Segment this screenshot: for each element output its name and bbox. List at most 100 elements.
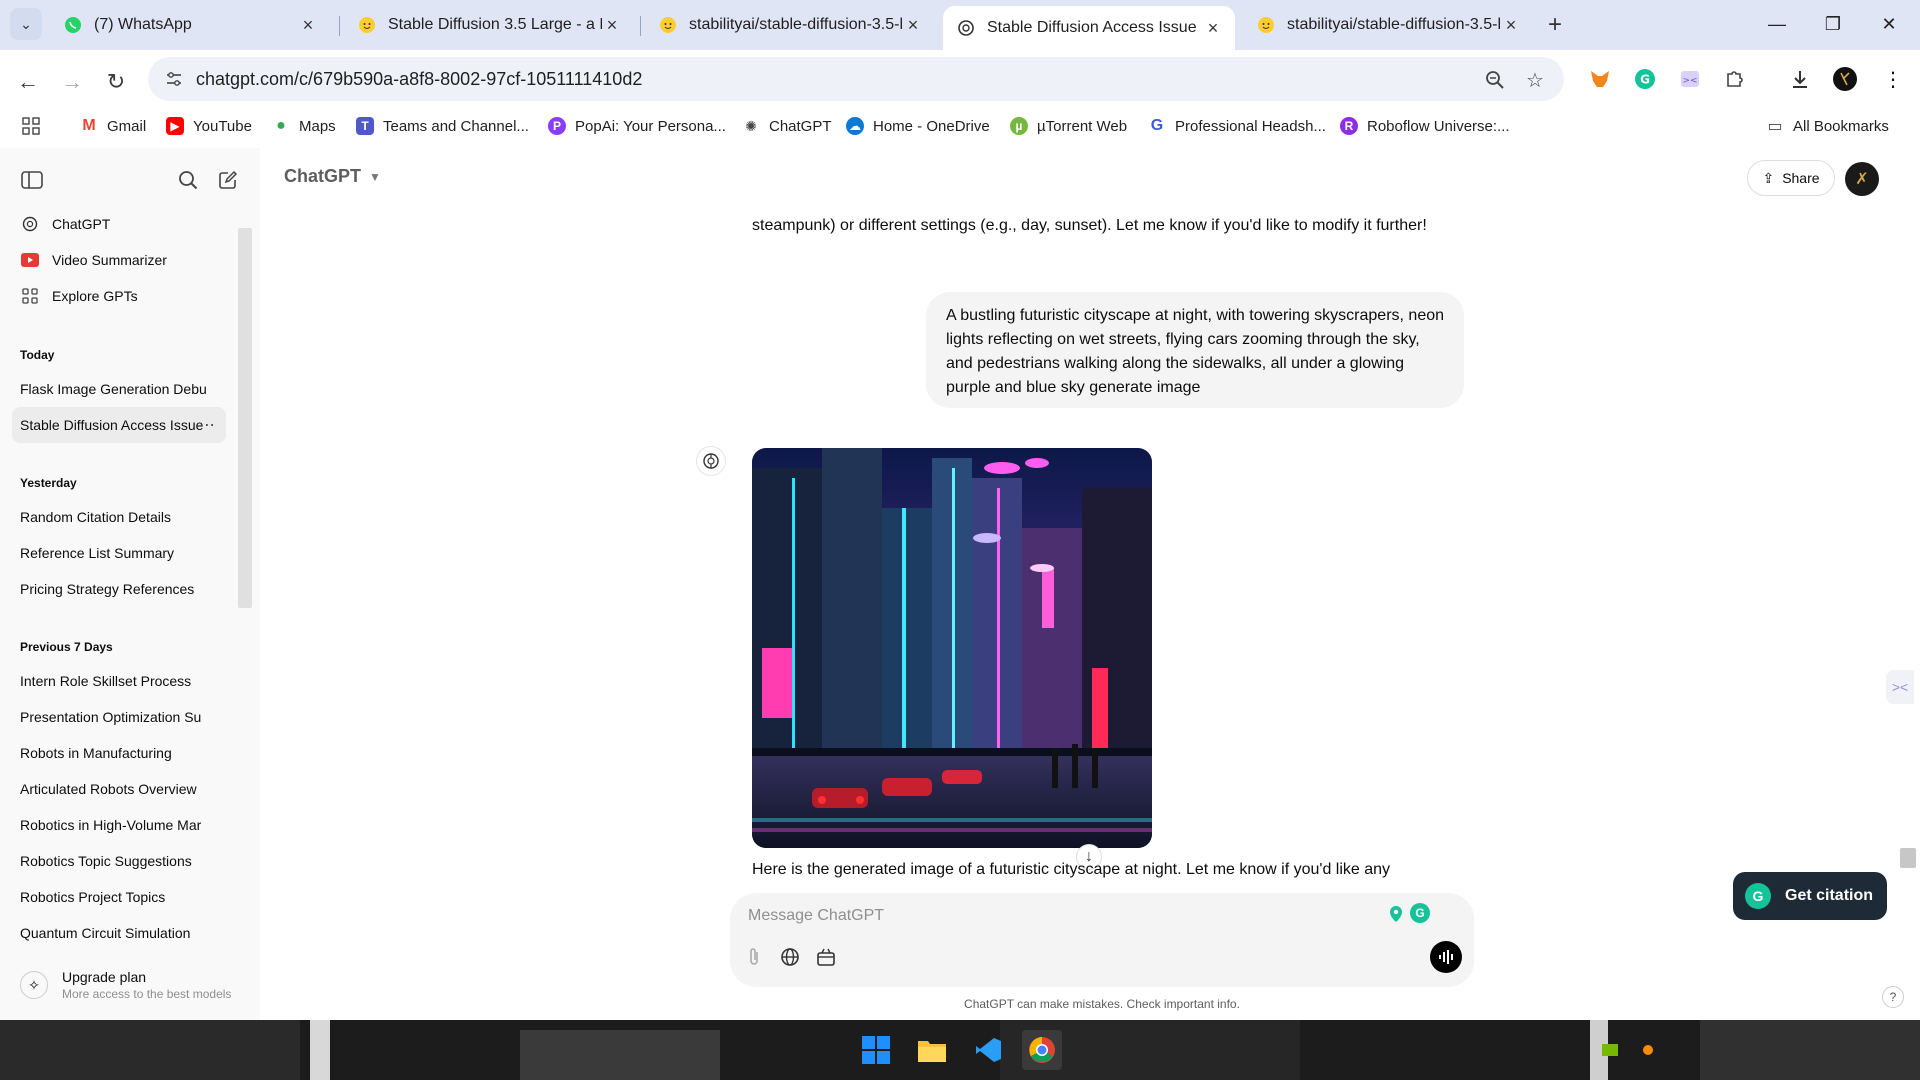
disclaimer-text: ChatGPT can make mistakes. Check importa…: [964, 997, 1240, 1011]
close-icon[interactable]: ×: [602, 15, 622, 35]
tab-stable-diffusion-access-issue[interactable]: Stable Diffusion Access Issue ×: [943, 6, 1235, 50]
close-icon[interactable]: ×: [1203, 18, 1223, 38]
tab-stable-diffusion-large[interactable]: Stable Diffusion 3.5 Large - a H ×: [344, 6, 634, 44]
chat-history-item[interactable]: Reference List Summary: [12, 535, 226, 571]
generated-cityscape-image[interactable]: [752, 448, 1152, 848]
upgrade-text: Upgrade plan More access to the best mod…: [62, 969, 231, 1001]
bookmark-maps[interactable]: ● Maps: [272, 114, 336, 138]
file-explorer-icon[interactable]: [912, 1030, 952, 1070]
teams-icon: T: [356, 117, 374, 135]
minimize-icon: —: [1768, 13, 1786, 34]
close-icon[interactable]: ×: [1501, 15, 1521, 35]
page-scrollbar-thumb[interactable]: [1900, 848, 1916, 868]
chat-history-item[interactable]: Quantum Circuit Simulation: [12, 915, 226, 951]
chat-history-item[interactable]: Robotics in High-Volume Mar: [12, 807, 226, 843]
reload-button[interactable]: ↻: [98, 64, 134, 100]
chat-history-item-active[interactable]: Stable Diffusion Access Issue ⋯: [12, 407, 226, 443]
bookmark-onedrive[interactable]: ☁ Home - OneDrive: [846, 114, 990, 138]
bookmark-label: All Bookmarks: [1793, 117, 1889, 135]
download-icon[interactable]: [1785, 64, 1815, 94]
openai-icon: [957, 19, 975, 37]
model-selector[interactable]: ChatGPT ▼: [284, 166, 381, 187]
windows-start-icon[interactable]: [856, 1030, 896, 1070]
upgrade-plan-button[interactable]: ✧ Upgrade plan More access to the best m…: [12, 962, 248, 1008]
new-chat-icon[interactable]: [215, 167, 241, 193]
paperclip-icon[interactable]: [740, 943, 768, 971]
share-button[interactable]: ⇪ Share: [1747, 160, 1835, 196]
sidebar-scrollbar[interactable]: [236, 228, 254, 608]
onedrive-icon: ☁: [846, 117, 864, 135]
all-bookmarks[interactable]: ▭ All Bookmarks: [1766, 114, 1889, 138]
close-window-button[interactable]: ✕: [1862, 0, 1916, 48]
get-citation-button[interactable]: G Get citation: [1733, 872, 1887, 920]
profile-avatar-icon[interactable]: [1830, 64, 1860, 94]
sidebar-item-label: ChatGPT: [52, 216, 111, 232]
help-icon[interactable]: ?: [1882, 986, 1904, 1008]
bookmark-label: YouTube: [193, 117, 252, 135]
chat-history-item[interactable]: Flask Image Generation Debu: [12, 371, 226, 407]
grammarly-tone-icon[interactable]: [1388, 905, 1404, 923]
globe-icon[interactable]: [776, 943, 804, 971]
sidebar-item-video-summarizer[interactable]: Video Summarizer: [12, 242, 226, 278]
kebab-menu-icon[interactable]: ⋮: [1878, 64, 1908, 94]
voice-mode-button[interactable]: [1430, 941, 1462, 973]
chrome-icon[interactable]: [1022, 1030, 1062, 1070]
grammarly-icon[interactable]: G: [1410, 903, 1430, 923]
back-button[interactable]: ←: [10, 64, 46, 100]
chat-history-item[interactable]: Robotics Project Topics: [12, 879, 226, 915]
extension-purple-icon[interactable]: ><: [1675, 64, 1705, 94]
extension-side-tab-icon[interactable]: ><: [1886, 670, 1914, 704]
scrollbar-thumb[interactable]: [238, 228, 252, 608]
group-heading: Previous 7 Days: [20, 640, 113, 654]
site-settings-icon[interactable]: [164, 69, 184, 89]
tab-title: stabilityai/stable-diffusion-3.5-l: [1287, 16, 1501, 33]
tab-whatsapp[interactable]: (7) WhatsApp ×: [50, 6, 330, 44]
bookmark-chatgpt[interactable]: ✺ ChatGPT: [742, 114, 832, 138]
chat-history-item[interactable]: Presentation Optimization Su: [12, 699, 226, 735]
bookmark-star-icon[interactable]: ☆: [1522, 67, 1548, 93]
tab-stabilityai-2[interactable]: stabilityai/stable-diffusion-3.5-l ×: [1243, 6, 1533, 44]
grammarly-icon[interactable]: G: [1630, 64, 1660, 94]
zoom-icon[interactable]: [1482, 67, 1508, 93]
tab-search-button[interactable]: ⌄: [10, 8, 42, 40]
avatar[interactable]: ✗: [1845, 162, 1879, 196]
bookmark-gmail[interactable]: M Gmail: [80, 114, 146, 138]
close-icon[interactable]: ×: [298, 15, 318, 35]
chat-history-item[interactable]: Intern Role Skillset Process: [12, 663, 226, 699]
sidebar-toggle-icon[interactable]: [19, 167, 45, 193]
chat-history-item[interactable]: Articulated Robots Overview: [12, 771, 226, 807]
vscode-icon[interactable]: [968, 1030, 1008, 1070]
tab-stabilityai-1[interactable]: stabilityai/stable-diffusion-3.5-l ×: [645, 6, 935, 44]
chat-history-item[interactable]: Pricing Strategy References: [12, 571, 226, 607]
message-composer[interactable]: Message ChatGPT G: [730, 893, 1474, 987]
extensions-puzzle-icon[interactable]: [1720, 64, 1750, 94]
bookmark-teams[interactable]: T Teams and Channel...: [356, 114, 529, 138]
restore-button[interactable]: ❐: [1806, 0, 1860, 48]
message-input[interactable]: Message ChatGPT: [748, 907, 884, 925]
sidebar-item-explore-gpts[interactable]: Explore GPTs: [12, 278, 226, 314]
canvas-tools-icon[interactable]: [812, 943, 840, 971]
chat-history-item[interactable]: Robots in Manufacturing: [12, 735, 226, 771]
notification-dot-icon[interactable]: [1628, 1030, 1668, 1070]
new-tab-button[interactable]: +: [1541, 11, 1569, 39]
search-icon[interactable]: [175, 167, 201, 193]
more-options-icon[interactable]: ⋯: [199, 415, 216, 435]
minimize-button[interactable]: —: [1750, 0, 1804, 48]
bookmark-popai[interactable]: P PopAi: Your Persona...: [548, 114, 726, 138]
apps-grid-icon[interactable]: [22, 114, 40, 138]
address-bar[interactable]: chatgpt.com/c/679b590a-a8f8-8002-97cf-10…: [148, 57, 1564, 101]
nvidia-tray-icon[interactable]: [1590, 1030, 1630, 1070]
bookmark-roboflow[interactable]: R Roboflow Universe:...: [1340, 114, 1510, 138]
arrow-right-icon: →: [61, 69, 83, 94]
bookmark-youtube[interactable]: ▶ YouTube: [166, 114, 252, 138]
bookmark-headshots[interactable]: G Professional Headsh...: [1148, 114, 1326, 138]
bookmark-utorrent[interactable]: µ µTorrent Web: [1010, 114, 1127, 138]
arrow-left-icon: ←: [17, 69, 39, 94]
forward-button[interactable]: →: [54, 64, 90, 100]
metamask-icon[interactable]: [1585, 64, 1615, 94]
chat-history-item[interactable]: Random Citation Details: [12, 499, 226, 535]
chat-history-item[interactable]: Robotics Topic Suggestions: [12, 843, 226, 879]
assistant-avatar-icon: [696, 446, 726, 476]
close-icon[interactable]: ×: [903, 15, 923, 35]
sidebar-item-chatgpt[interactable]: ChatGPT: [12, 206, 226, 242]
